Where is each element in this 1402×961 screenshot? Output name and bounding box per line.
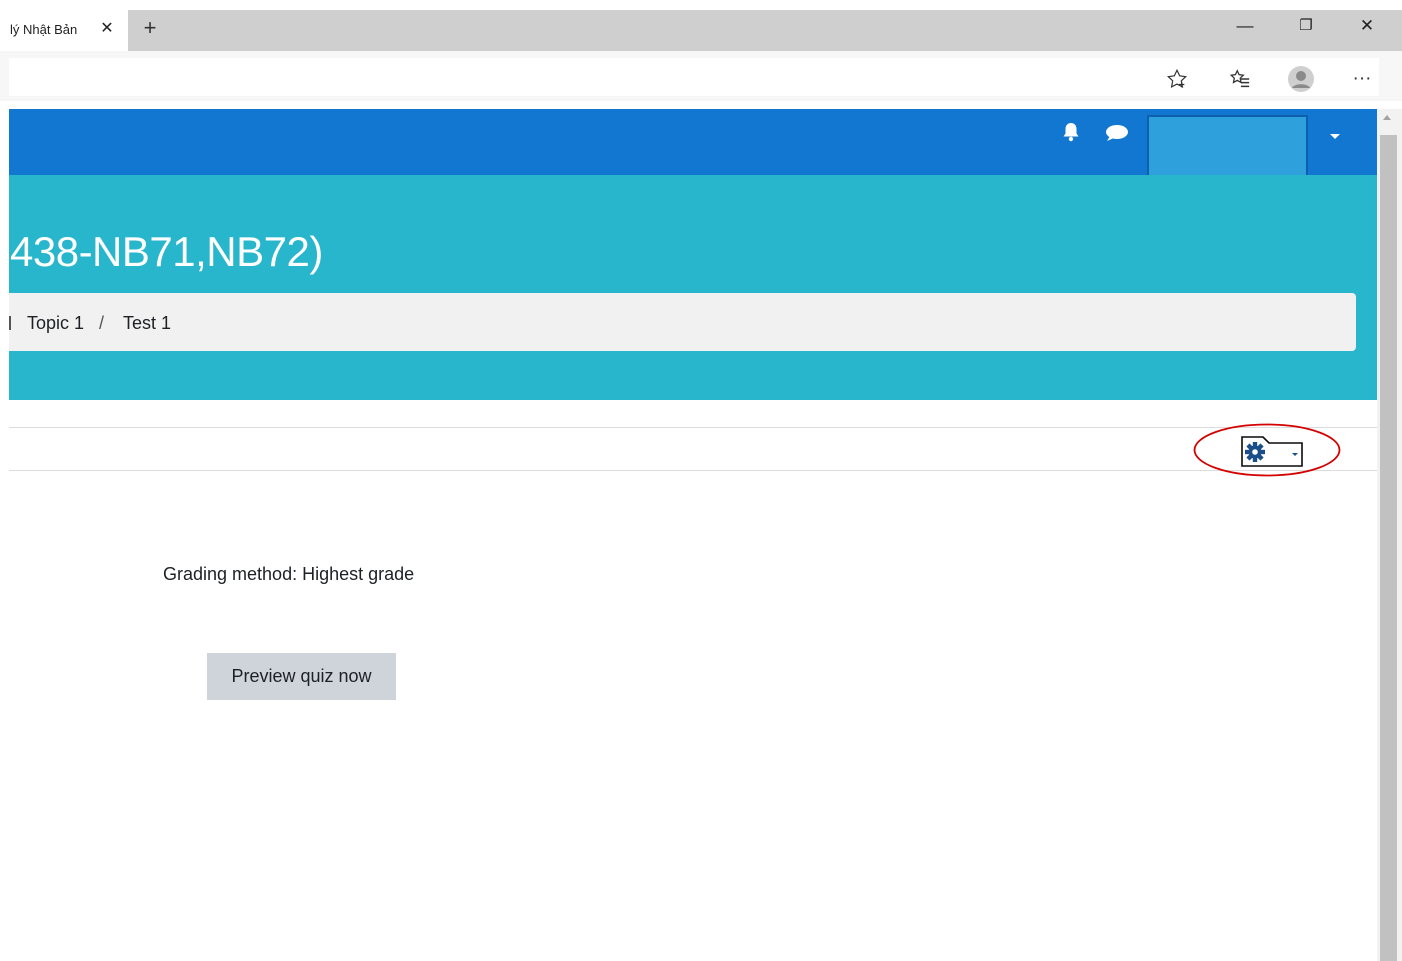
favorite-star-icon[interactable] <box>1162 64 1192 94</box>
scroll-up-arrow-icon[interactable] <box>1383 115 1391 120</box>
breadcrumb-cut-separator <box>9 316 11 330</box>
preview-quiz-button[interactable]: Preview quiz now <box>207 653 396 700</box>
breadcrumb-separator: / <box>99 313 105 333</box>
user-menu[interactable] <box>1147 115 1308 177</box>
close-window-button[interactable]: ✕ <box>1344 12 1390 40</box>
user-menu-caret-icon[interactable] <box>1330 134 1340 139</box>
breadcrumb-item-topic[interactable]: Topic 1 <box>27 313 84 334</box>
page-header <box>9 175 1377 400</box>
course-title: 438-NB71,NB72) <box>10 228 323 275</box>
divider-top <box>9 427 1377 428</box>
notification-bell-icon[interactable] <box>1061 121 1083 145</box>
profile-icon[interactable] <box>1286 64 1316 94</box>
scrollbar-thumb[interactable] <box>1380 135 1397 961</box>
divider-bottom <box>9 470 1377 471</box>
more-options-icon[interactable]: ··· <box>1347 64 1377 94</box>
grading-method-text: Grading method: Highest grade <box>163 564 415 584</box>
messages-icon[interactable] <box>1104 123 1130 143</box>
breadcrumb <box>9 293 1356 351</box>
tab-close-icon[interactable]: ✕ <box>99 20 115 38</box>
favorites-list-icon[interactable] <box>1225 64 1255 94</box>
tabstrip-background <box>0 10 1402 51</box>
breadcrumb-item-test[interactable]: Test 1 <box>123 313 171 334</box>
highlight-annotation <box>1193 423 1341 477</box>
minimize-window-button[interactable]: — <box>1222 12 1268 40</box>
tab-title[interactable]: lý Nhật Bản <box>10 22 90 37</box>
restore-window-button[interactable]: ❐ <box>1283 12 1329 40</box>
new-tab-button[interactable]: + <box>139 16 161 40</box>
